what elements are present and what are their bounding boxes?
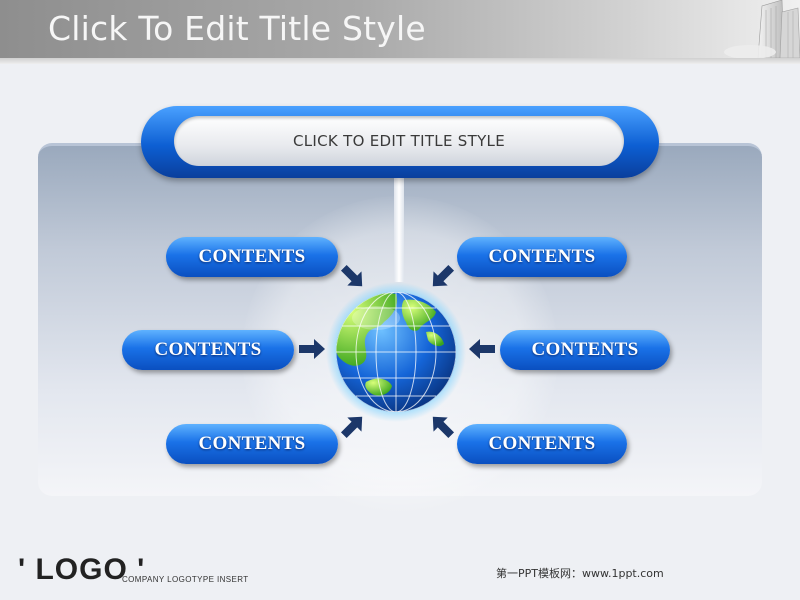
title-box-text[interactable]: CLICK TO EDIT TITLE STYLE (136, 116, 662, 166)
content-box-top-right[interactable]: CONTENTS (457, 237, 627, 277)
arrow-icon (299, 339, 325, 359)
header-divider (0, 58, 800, 64)
skyscraper-icon (724, 0, 800, 58)
content-box-bottom-left[interactable]: CONTENTS (166, 424, 338, 464)
slide-title[interactable]: Click To Edit Title Style (48, 9, 426, 48)
arrow-icon (469, 339, 495, 359)
connector-stem (394, 176, 404, 282)
content-box-top-left[interactable]: CONTENTS (166, 237, 338, 277)
footer-website-note: 第一PPT模板网：www.1ppt.com (496, 567, 664, 580)
logo-tagline: COMPANY LOGOTYPE INSERT (122, 575, 249, 584)
globe-icon[interactable] (326, 282, 466, 422)
content-box-bottom-right[interactable]: CONTENTS (457, 424, 627, 464)
content-box-mid-right[interactable]: CONTENTS (500, 330, 670, 370)
content-box-mid-left[interactable]: CONTENTS (122, 330, 294, 370)
